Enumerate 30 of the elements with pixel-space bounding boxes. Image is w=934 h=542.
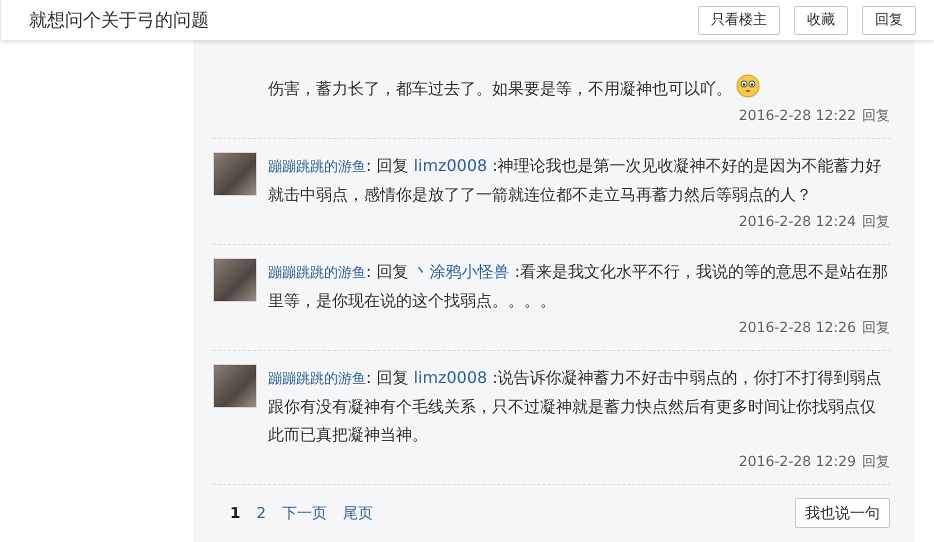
thread-title: 就想问个关于弓的问题 [29, 9, 209, 32]
post-button[interactable]: 我也说一句 [795, 498, 890, 528]
page-link[interactable]: 下一页 [282, 504, 327, 522]
comment-time: 2016-2-28 12:24 [738, 214, 856, 230]
page-link[interactable]: 1 [230, 504, 240, 522]
reply-link[interactable]: 回复 [862, 213, 890, 231]
author-link[interactable]: 蹦蹦跳跳的游鱼 [268, 159, 366, 175]
user-link[interactable]: limz0008 [414, 156, 488, 175]
comment-time: 2016-2-28 12:29 [738, 454, 856, 470]
page-link[interactable]: 2 [256, 504, 266, 522]
comment-text: 蹦蹦跳跳的游鱼: 回复 limz0008 :说告诉你凝神蓄力不好击中弱点的，你打不打得到弱点跟你有没有凝神有个毛线关系，只不过凝神就是蓄力快点然后有更多时间让你找弱点仅此而已真把凝神当神。 [268, 367, 883, 446]
comment-text: 蹦蹦跳跳的游鱼: 回复 limz0008 :神理论我也是第一次见收凝神不好的是因为不能蓄力好就击中弱点，感情你是放了了一箭就连位都不走立马再蓄力然后等弱点的人？ [268, 155, 883, 206]
header-button[interactable]: 只看楼主 [698, 6, 780, 34]
reply-link[interactable]: 回复 [862, 453, 890, 471]
user-link[interactable]: 丶涂鸦小怪兽 [414, 262, 510, 281]
comment-text: 伤害，蓄力长了，都车过去了。如果要是等，不用凝神也可以吖。 [268, 74, 890, 103]
user-link[interactable]: limz0008 [414, 368, 488, 387]
avatar-placeholder [213, 364, 257, 408]
author-link[interactable]: 蹦蹦跳跳的游鱼 [268, 371, 366, 387]
avatar-placeholder [213, 258, 257, 302]
comment-text: 蹦蹦跳跳的游鱼: 回复 丶涂鸦小怪兽 :看来是我文化水平不行，我说的等的意思不是站在那里等，是你现在说的这个找弱点。。。。 [268, 261, 890, 312]
reply-link[interactable]: 回复 [862, 319, 890, 337]
author-link[interactable]: 蹦蹦跳跳的游鱼 [268, 265, 366, 281]
header-button[interactable]: 收藏 [794, 6, 848, 34]
avatar-placeholder [213, 152, 257, 196]
comment-time: 2016-2-28 12:26 [738, 320, 856, 336]
header-button[interactable]: 回复 [862, 6, 916, 34]
comment-time: 2016-2-28 12:22 [738, 108, 856, 124]
reply-link[interactable]: 回复 [862, 107, 890, 125]
page-link[interactable]: 尾页 [342, 504, 373, 522]
